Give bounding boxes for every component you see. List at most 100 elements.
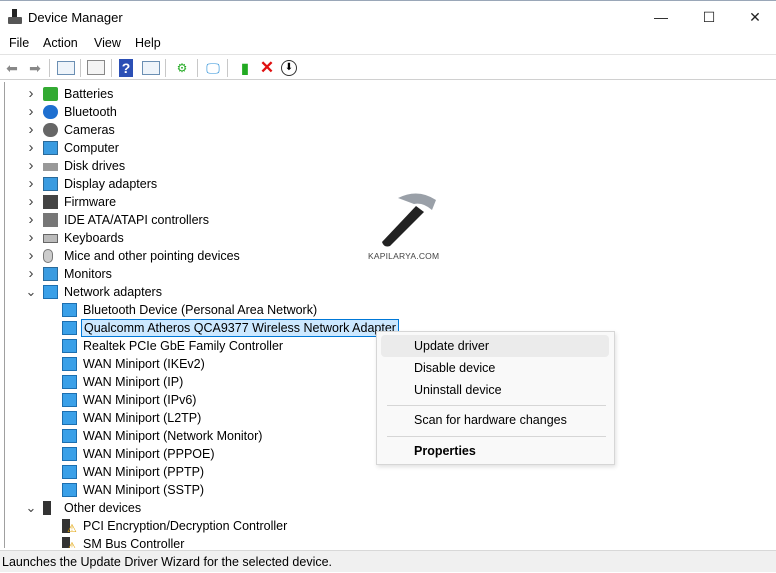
- network-icon: [62, 393, 77, 407]
- device-tree[interactable]: › Batteries › Bluetooth › Cameras › Computer › Di…: [4, 82, 776, 548]
- toolbar-separator: [227, 59, 228, 77]
- chevron-right-icon[interactable]: ›: [25, 265, 37, 283]
- tree-item-label: WAN Miniport (IP): [83, 375, 184, 389]
- show-hide-console-tree-icon[interactable]: [57, 61, 75, 75]
- watermark-logo: KAPILARYA.COM: [368, 188, 448, 263]
- tree-item-label: Cameras: [64, 123, 115, 137]
- tree-item[interactable]: ⌄ Other devices: [5, 499, 775, 517]
- status-bar: Launches the Update Driver Wizard for th…: [0, 550, 776, 572]
- tree-item-label: Realtek PCIe GbE Family Controller: [83, 339, 284, 353]
- tree-item[interactable]: ⚠ PCI Encryption/Decryption Controller: [5, 517, 775, 535]
- chevron-right-icon[interactable]: ›: [25, 193, 37, 211]
- tree-item-label: WAN Miniport (SSTP): [83, 483, 205, 497]
- tree-item-label: Computer: [64, 141, 119, 155]
- monitor-icon: [43, 267, 58, 281]
- window-title: Device Manager: [28, 10, 123, 25]
- back-icon[interactable]: ⬅: [3, 59, 21, 77]
- chevron-right-icon[interactable]: ›: [25, 175, 37, 193]
- menu-item-properties[interactable]: Properties: [381, 440, 609, 462]
- title-bar: Device Manager — ☐ ✕: [0, 0, 776, 32]
- chip-icon: [43, 195, 58, 209]
- network-icon: [62, 339, 77, 353]
- tree-item[interactable]: Bluetooth Device (Personal Area Network): [5, 301, 775, 319]
- tree-item[interactable]: › Batteries: [5, 85, 775, 103]
- tree-item-label: Firmware: [64, 195, 117, 209]
- tree-item[interactable]: › Bluetooth: [5, 103, 775, 121]
- toolbar-separator: [165, 59, 166, 77]
- tree-item-label: Network adapters: [64, 285, 162, 299]
- tree-item[interactable]: › Cameras: [5, 121, 775, 139]
- disk-icon: [43, 163, 58, 171]
- network-icon: [62, 375, 77, 389]
- network-icon: [62, 465, 77, 479]
- toolbar-separator: [111, 59, 112, 77]
- warning-icon: ⚠: [62, 519, 77, 535]
- chevron-down-icon[interactable]: ⌄: [25, 283, 37, 301]
- chevron-right-icon[interactable]: ›: [25, 229, 37, 247]
- ide-icon: [43, 213, 58, 227]
- hammer-icon: [382, 193, 436, 247]
- menu-file[interactable]: File: [9, 36, 29, 50]
- menu-item-disable-device[interactable]: Disable device: [381, 357, 609, 379]
- tree-item-label: Keyboards: [64, 231, 124, 245]
- update-driver-icon[interactable]: ⚙: [173, 59, 191, 77]
- tree-item[interactable]: ⌄ Network adapters: [5, 283, 775, 301]
- network-icon: [62, 483, 77, 497]
- properties-icon[interactable]: [87, 60, 105, 75]
- tree-item[interactable]: ⚠ SM Bus Controller: [5, 535, 775, 548]
- battery-icon: [43, 87, 58, 101]
- context-menu: Update driver Disable device Uninstall d…: [376, 331, 615, 465]
- forward-icon[interactable]: ➡: [26, 59, 44, 77]
- tree-item-label: Mice and other pointing devices: [64, 249, 240, 263]
- chevron-right-icon[interactable]: ›: [25, 139, 37, 157]
- tree-item-label: WAN Miniport (IKEv2): [83, 357, 205, 371]
- menu-separator: [387, 405, 606, 406]
- menu-item-update-driver[interactable]: Update driver: [381, 335, 609, 357]
- disable-device-icon[interactable]: ⬇: [281, 60, 297, 76]
- display-icon: [43, 177, 58, 191]
- menu-item-uninstall-device[interactable]: Uninstall device: [381, 379, 609, 401]
- chevron-right-icon[interactable]: ›: [25, 211, 37, 229]
- tree-item[interactable]: › Monitors: [5, 265, 775, 283]
- close-button[interactable]: ✕: [732, 1, 776, 33]
- tree-item-label: Batteries: [64, 87, 114, 101]
- tree-item[interactable]: › Computer: [5, 139, 775, 157]
- tree-item-label: Qualcomm Atheros QCA9377 Wireless Networ…: [81, 319, 399, 337]
- menu-view[interactable]: View: [94, 36, 121, 50]
- tree-item-label: WAN Miniport (PPPOE): [83, 447, 215, 461]
- uninstall-icon[interactable]: ✕: [258, 59, 276, 77]
- chevron-right-icon[interactable]: ›: [25, 103, 37, 121]
- scan-hardware-icon[interactable]: 🖵: [204, 59, 222, 77]
- chevron-right-icon[interactable]: ›: [25, 121, 37, 139]
- enable-device-icon[interactable]: ▮: [236, 59, 254, 77]
- chevron-down-icon[interactable]: ⌄: [25, 499, 37, 517]
- tree-item[interactable]: WAN Miniport (PPTP): [5, 463, 775, 481]
- action-pane-icon[interactable]: [142, 61, 160, 75]
- camera-icon: [43, 123, 58, 137]
- menu-action[interactable]: Action: [43, 36, 78, 50]
- tree-item-label: Bluetooth Device (Personal Area Network): [83, 303, 318, 317]
- chevron-right-icon[interactable]: ›: [25, 85, 37, 103]
- network-icon: [62, 429, 77, 443]
- monitor-icon: [43, 141, 58, 155]
- menu-item-scan-hardware[interactable]: Scan for hardware changes: [381, 409, 609, 431]
- menu-help[interactable]: Help: [135, 36, 161, 50]
- tree-item-label: WAN Miniport (IPv6): [83, 393, 197, 407]
- chevron-right-icon[interactable]: ›: [25, 247, 37, 265]
- tree-item[interactable]: › Disk drives: [5, 157, 775, 175]
- tree-item-label: WAN Miniport (Network Monitor): [83, 429, 263, 443]
- menu-bar: File Action View Help: [0, 32, 776, 54]
- unknown-icon: [43, 501, 51, 515]
- tree-item-label: Monitors: [64, 267, 112, 281]
- minimize-button[interactable]: —: [638, 1, 684, 33]
- toolbar: ⬅ ➡ ? ⚙ 🖵 ▮ ✕ ⬇: [0, 54, 776, 80]
- network-icon: [43, 285, 58, 299]
- tree-item-label: Display adapters: [64, 177, 158, 191]
- help-icon[interactable]: ?: [119, 59, 133, 77]
- mouse-icon: [43, 249, 53, 263]
- maximize-button[interactable]: ☐: [686, 1, 732, 33]
- tree-item[interactable]: WAN Miniport (SSTP): [5, 481, 775, 499]
- chevron-right-icon[interactable]: ›: [25, 157, 37, 175]
- tree-item-label: IDE ATA/ATAPI controllers: [64, 213, 209, 227]
- keyboard-icon: [43, 234, 58, 243]
